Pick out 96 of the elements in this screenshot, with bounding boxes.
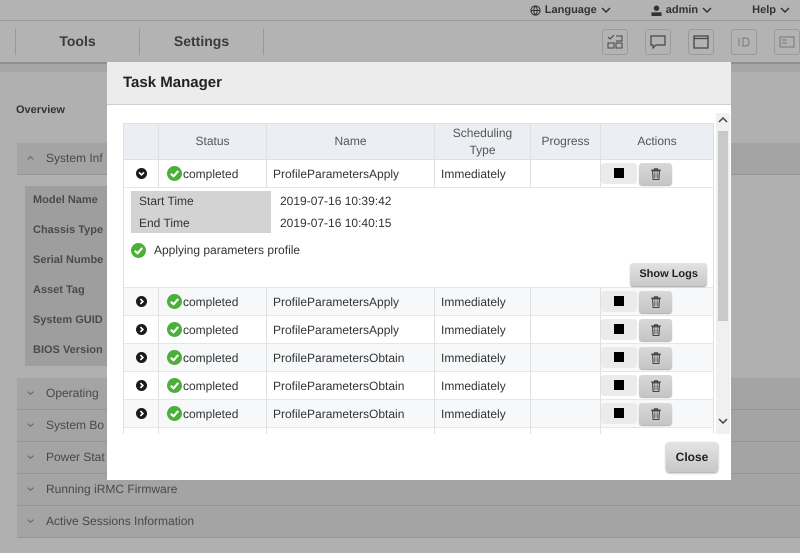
chevron-down-icon — [27, 454, 34, 460]
stop-icon — [614, 352, 624, 362]
scheduling-type: Immediately — [441, 322, 506, 338]
delete-button[interactable] — [639, 290, 672, 312]
column-header: Actions — [636, 133, 678, 150]
task-name: ProfileParametersApply — [273, 294, 400, 310]
globe-icon — [530, 4, 541, 16]
top-menu-item[interactable]: admin — [666, 2, 698, 18]
scheduling-type: Immediately — [441, 350, 506, 366]
stop-icon — [614, 324, 624, 334]
section-header[interactable]: Active Sessions Information — [17, 506, 800, 538]
check-circle-icon — [167, 166, 182, 181]
stop-button[interactable] — [601, 318, 637, 340]
status-text: completed — [183, 350, 238, 366]
chevron-down-icon — [780, 7, 790, 13]
top-menu-item[interactable]: Help — [752, 2, 776, 18]
expand-icon[interactable] — [136, 408, 146, 419]
toolbar-button[interactable] — [688, 28, 714, 54]
trash-icon — [650, 380, 660, 392]
stop-button[interactable] — [601, 346, 637, 368]
chevron-down-icon — [718, 418, 728, 424]
trash-icon — [650, 408, 660, 420]
dialog-title: Task Manager — [123, 72, 222, 93]
chat-icon — [650, 34, 666, 48]
status-text: completed — [183, 294, 238, 310]
stop-button[interactable] — [601, 402, 637, 424]
checklist-icon — [607, 34, 623, 48]
show-logs-button[interactable]: Show Logs — [630, 263, 707, 286]
task-name: ProfileParametersObtain — [273, 350, 404, 366]
column-header: Scheduling Type — [452, 124, 514, 158]
nav-tab[interactable]: Settings — [174, 31, 230, 52]
delete-button[interactable] — [639, 402, 672, 424]
user-icon — [650, 4, 662, 16]
chevron-up-icon — [27, 155, 34, 161]
detail-value: 2019-07-16 10:40:15 — [280, 215, 392, 232]
scheduling-type: Immediately — [441, 166, 506, 182]
column-header: Name — [333, 133, 368, 150]
overview-title: Overview — [15, 103, 66, 118]
stop-button[interactable] — [601, 162, 637, 184]
toolbar-button[interactable] — [602, 28, 628, 54]
scheduling-type: Immediately — [441, 406, 506, 422]
chevron-down-icon — [27, 422, 34, 428]
expand-icon[interactable] — [136, 296, 146, 307]
chevron-down-icon — [702, 7, 712, 13]
nav-tab[interactable]: Tools — [59, 31, 96, 52]
chevron-down-icon — [27, 390, 34, 396]
stop-icon — [614, 408, 624, 418]
task-message: Applying parameters profile — [154, 242, 300, 259]
expand-icon[interactable] — [136, 352, 146, 363]
task-name: ProfileParametersApply — [273, 322, 400, 338]
id-card-icon — [736, 34, 752, 48]
status-text: completed — [183, 322, 238, 338]
stop-icon — [614, 296, 624, 306]
status-text: completed — [183, 378, 238, 394]
stop-icon — [614, 380, 624, 390]
chevron-down-icon — [27, 486, 34, 492]
card-icon — [779, 34, 795, 48]
check-circle-icon — [167, 322, 182, 337]
delete-button[interactable] — [639, 374, 672, 396]
chevron-down-icon — [600, 7, 611, 13]
close-button[interactable]: Close — [666, 442, 718, 472]
task-name: ProfileParametersApply — [273, 166, 400, 182]
task-name: ProfileParametersObtain — [273, 378, 404, 394]
scheduling-type: Immediately — [441, 294, 506, 310]
status-text: completed — [183, 166, 238, 182]
check-circle-icon — [167, 294, 182, 309]
stop-button[interactable] — [601, 290, 637, 312]
toolbar-button[interactable] — [645, 28, 671, 54]
detail-value: 2019-07-16 10:39:42 — [280, 193, 392, 210]
trash-icon — [650, 168, 660, 180]
check-circle-icon — [167, 406, 182, 421]
column-header: Progress — [540, 133, 591, 150]
chevron-down-icon — [27, 518, 34, 524]
column-header: Status — [194, 133, 231, 150]
expand-icon[interactable] — [136, 324, 146, 335]
top-menu-item[interactable]: Language — [544, 2, 597, 18]
stop-button[interactable] — [601, 374, 637, 396]
window-icon — [693, 34, 709, 48]
scrollbar-thumb[interactable] — [718, 131, 728, 321]
status-text: completed — [183, 406, 238, 422]
trash-icon — [650, 352, 660, 364]
trash-icon — [650, 296, 660, 308]
chevron-up-icon — [718, 117, 728, 123]
collapse-icon[interactable] — [136, 168, 146, 179]
delete-button[interactable] — [639, 346, 672, 368]
check-circle-icon — [167, 378, 182, 393]
stop-icon — [614, 168, 624, 178]
trash-icon — [650, 324, 660, 336]
scrollbar[interactable] — [716, 113, 730, 434]
check-circle-icon — [167, 350, 182, 365]
delete-button[interactable] — [639, 318, 672, 340]
task-name: ProfileParametersObtain — [273, 406, 404, 422]
scheduling-type: Immediately — [441, 378, 506, 394]
expand-icon[interactable] — [136, 380, 146, 391]
check-circle-icon — [131, 242, 146, 258]
delete-button[interactable] — [639, 162, 672, 184]
